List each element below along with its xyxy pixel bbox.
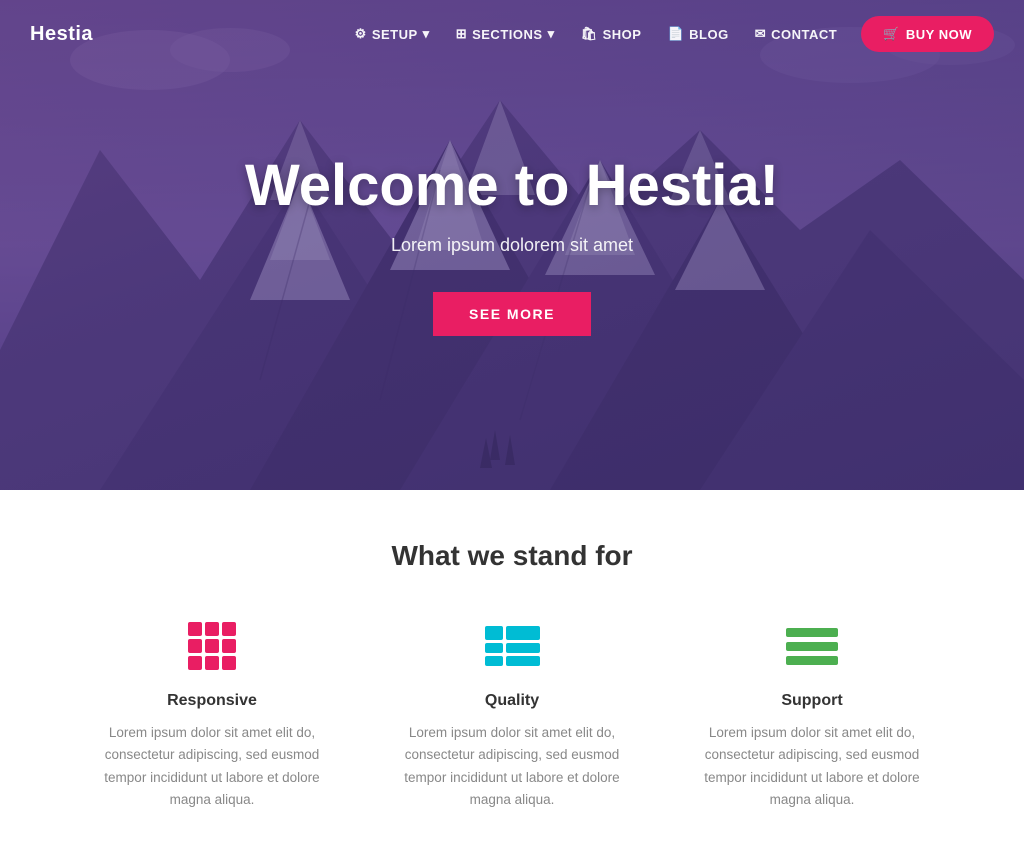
- feature-support-desc: Lorem ipsum dolor sit amet elit do, cons…: [692, 722, 932, 811]
- nav-shop[interactable]: 🛍 SHOP: [571, 20, 652, 48]
- grid-icon-responsive: [188, 622, 236, 670]
- support-icon: [692, 616, 932, 676]
- lines-icon-support: [786, 628, 838, 665]
- nav-links: ⚙ SETUP ▾ ⊞ SECTIONS ▾ 🛍 SHOP 📄 BLOG ✉ C…: [345, 16, 994, 52]
- navbar: Hestia ⚙ SETUP ▾ ⊞ SECTIONS ▾ 🛍 SHOP 📄 B…: [0, 0, 1024, 68]
- features-grid: Responsive Lorem ipsum dolor sit amet el…: [62, 616, 962, 811]
- feature-quality: Quality Lorem ipsum dolor sit amet elit …: [362, 616, 662, 811]
- feature-quality-name: Quality: [392, 692, 632, 710]
- feature-responsive-desc: Lorem ipsum dolor sit amet elit do, cons…: [92, 722, 332, 811]
- gear-icon: ⚙: [355, 26, 367, 42]
- feature-quality-desc: Lorem ipsum dolor sit amet elit do, cons…: [392, 722, 632, 811]
- nav-blog[interactable]: 📄 BLOG: [657, 20, 738, 48]
- features-section: What we stand for Responsive Lorem ipsum…: [0, 490, 1024, 851]
- feature-responsive: Responsive Lorem ipsum dolor sit amet el…: [62, 616, 362, 811]
- file-icon: 📄: [667, 26, 684, 42]
- see-more-button[interactable]: SEE MORE: [433, 292, 591, 336]
- table-icon-quality: [485, 626, 540, 666]
- hero-subtitle: Lorem ipsum dolorem sit amet: [245, 235, 779, 256]
- buy-now-button[interactable]: 🛒 BUY NOW: [861, 16, 994, 52]
- brand-logo[interactable]: Hestia: [30, 23, 93, 46]
- nav-setup[interactable]: ⚙ SETUP ▾: [345, 20, 440, 48]
- hero-section: Welcome to Hestia! Lorem ipsum dolorem s…: [0, 0, 1024, 490]
- hero-content: Welcome to Hestia! Lorem ipsum dolorem s…: [225, 154, 799, 337]
- features-title: What we stand for: [40, 540, 984, 572]
- bag-icon: 🛍: [581, 26, 598, 42]
- hero-title: Welcome to Hestia!: [245, 154, 779, 218]
- cart-icon: 🛒: [883, 26, 900, 42]
- feature-support: Support Lorem ipsum dolor sit amet elit …: [662, 616, 962, 811]
- grid-icon: ⊞: [456, 26, 467, 42]
- nav-sections[interactable]: ⊞ SECTIONS ▾: [446, 20, 565, 48]
- feature-responsive-name: Responsive: [92, 692, 332, 710]
- quality-icon: [392, 616, 632, 676]
- chevron-down-icon: ▾: [548, 26, 555, 42]
- nav-contact[interactable]: ✉ CONTACT: [745, 20, 848, 48]
- envelope-icon: ✉: [755, 26, 766, 42]
- feature-support-name: Support: [692, 692, 932, 710]
- responsive-icon: [92, 616, 332, 676]
- chevron-down-icon: ▾: [423, 26, 430, 42]
